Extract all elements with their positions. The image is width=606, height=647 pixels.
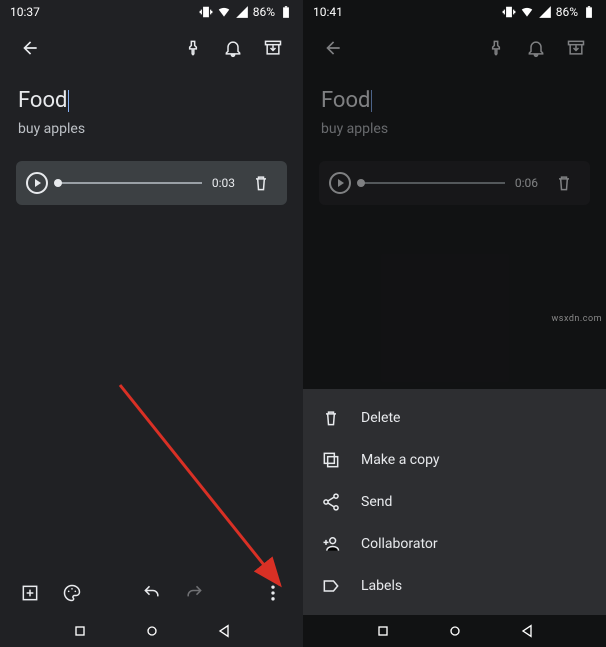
pin-button[interactable] (480, 32, 512, 64)
pin-icon (486, 38, 506, 58)
note-title-text: Food (18, 88, 67, 113)
back-button[interactable] (14, 32, 46, 64)
undo-button[interactable] (136, 577, 168, 609)
menu-item-label: Delete (361, 410, 400, 426)
audio-duration: 0:03 (212, 176, 235, 190)
note-body-text: buy apples (321, 121, 388, 137)
wifi-icon (520, 5, 534, 19)
delete-audio-button[interactable] (548, 167, 580, 199)
redo-button[interactable] (178, 577, 210, 609)
add-box-icon (20, 583, 40, 603)
note-title[interactable]: Food (303, 72, 606, 117)
share-icon (321, 492, 341, 512)
seek-handle[interactable] (357, 179, 365, 187)
copy-icon (321, 450, 341, 470)
trash-icon (251, 173, 271, 193)
app-toolbar (0, 24, 303, 72)
nav-recent[interactable] (375, 623, 391, 639)
wifi-icon (217, 5, 231, 19)
back-arrow-icon (323, 38, 343, 58)
nav-recent[interactable] (72, 623, 88, 639)
note-body[interactable]: buy apples (0, 117, 303, 149)
right-screen: 10:41 86% Food buy apples 0:06 (303, 0, 606, 647)
nav-home[interactable] (144, 623, 160, 639)
signal-icon (538, 5, 552, 19)
vibrate-icon (502, 5, 516, 19)
vibrate-icon (199, 5, 213, 19)
label-icon (321, 576, 341, 596)
menu-item-label: Send (361, 494, 392, 510)
text-cursor (68, 90, 69, 112)
play-icon (338, 179, 344, 187)
nav-bar (0, 615, 303, 647)
back-button[interactable] (317, 32, 349, 64)
clock: 10:41 (313, 5, 343, 19)
battery-percent: 86% (253, 5, 275, 19)
audio-player: 0:03 (16, 161, 287, 205)
person-add-icon (321, 534, 341, 554)
battery-icon (279, 5, 293, 19)
menu-send[interactable]: Send (303, 481, 606, 523)
bell-icon (223, 38, 243, 58)
seek-handle[interactable] (54, 179, 62, 187)
status-icons: 86% (199, 5, 293, 19)
menu-item-label: Collaborator (361, 536, 438, 552)
delete-audio-button[interactable] (245, 167, 277, 199)
bottom-sheet-menu: Delete Make a copy Send Collaborator Lab… (303, 389, 606, 615)
signal-icon (235, 5, 249, 19)
play-button[interactable] (329, 172, 351, 194)
watermark: wsxdn.com (552, 314, 602, 324)
menu-item-label: Labels (361, 578, 402, 594)
archive-button[interactable] (560, 32, 592, 64)
menu-item-label: Make a copy (361, 452, 440, 468)
more-vert-icon (263, 583, 283, 603)
bottom-toolbar (0, 571, 303, 615)
reminder-button[interactable] (217, 32, 249, 64)
audio-duration: 0:06 (515, 176, 538, 190)
trash-icon (321, 408, 341, 428)
audio-seekbar[interactable] (361, 182, 505, 184)
add-button[interactable] (14, 577, 46, 609)
note-title[interactable]: Food (0, 72, 303, 117)
redo-icon (184, 583, 204, 603)
nav-bar (303, 615, 606, 647)
menu-labels[interactable]: Labels (303, 565, 606, 607)
play-button[interactable] (26, 172, 48, 194)
note-body[interactable]: buy apples (303, 117, 606, 149)
more-button[interactable] (257, 577, 289, 609)
text-cursor (371, 90, 372, 112)
bell-icon (526, 38, 546, 58)
menu-delete[interactable]: Delete (303, 397, 606, 439)
left-screen: 10:37 86% Food buy apples 0:03 (0, 0, 303, 647)
status-bar: 10:41 86% (303, 0, 606, 24)
palette-button[interactable] (56, 577, 88, 609)
play-icon (35, 179, 41, 187)
battery-percent: 86% (556, 5, 578, 19)
status-icons: 86% (502, 5, 596, 19)
app-toolbar (303, 24, 606, 72)
battery-icon (582, 5, 596, 19)
trash-icon (554, 173, 574, 193)
nav-back[interactable] (216, 623, 232, 639)
note-title-text: Food (321, 88, 370, 113)
back-arrow-icon (20, 38, 40, 58)
pin-icon (183, 38, 203, 58)
archive-icon (263, 38, 283, 58)
undo-icon (142, 583, 162, 603)
nav-back[interactable] (519, 623, 535, 639)
audio-player: 0:06 (319, 161, 590, 205)
audio-seekbar[interactable] (58, 182, 202, 184)
pin-button[interactable] (177, 32, 209, 64)
clock: 10:37 (10, 5, 40, 19)
menu-collaborator[interactable]: Collaborator (303, 523, 606, 565)
archive-icon (566, 38, 586, 58)
nav-home[interactable] (447, 623, 463, 639)
status-bar: 10:37 86% (0, 0, 303, 24)
palette-icon (62, 583, 82, 603)
archive-button[interactable] (257, 32, 289, 64)
reminder-button[interactable] (520, 32, 552, 64)
menu-copy[interactable]: Make a copy (303, 439, 606, 481)
note-body-text: buy apples (18, 121, 85, 137)
